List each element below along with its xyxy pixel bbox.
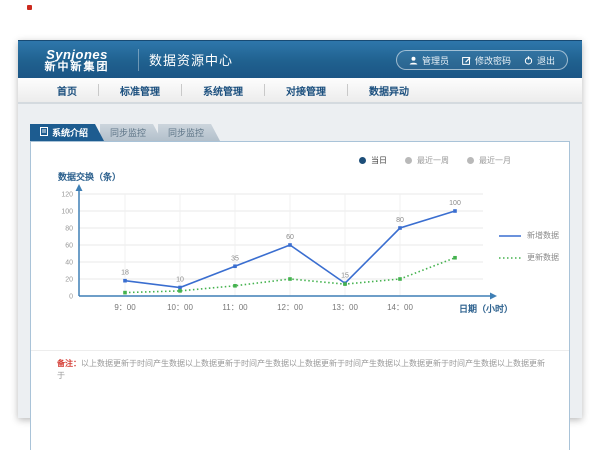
svg-text:10：00: 10：00 bbox=[167, 303, 193, 312]
svg-text:15: 15 bbox=[341, 272, 349, 279]
logout-button[interactable]: 退出 bbox=[524, 54, 555, 67]
range-label: 最近一月 bbox=[479, 155, 511, 166]
svg-text:12：00: 12：00 bbox=[277, 303, 303, 312]
svg-text:10: 10 bbox=[176, 277, 184, 284]
nav-item-home[interactable]: 首页 bbox=[36, 83, 98, 98]
svg-text:13：00: 13：00 bbox=[332, 303, 358, 312]
dotted-line-icon bbox=[499, 256, 521, 260]
change-password-button[interactable]: 修改密码 bbox=[462, 54, 511, 67]
user-menu: 管理员 修改密码 退出 bbox=[396, 50, 568, 70]
logo-brand: Synjones bbox=[18, 48, 136, 62]
legend-label: 更新数据 bbox=[527, 252, 559, 263]
svg-text:100: 100 bbox=[449, 200, 461, 207]
nav-item-standard-mgmt[interactable]: 标准管理 bbox=[99, 83, 181, 98]
logout-label: 退出 bbox=[537, 54, 555, 67]
footnote: 备注：以上数据更新于时间产生数据以上数据更新于时间产生数据以上数据更新于时间产生… bbox=[57, 358, 549, 382]
svg-text:80: 80 bbox=[396, 217, 404, 224]
tab-sync-monitor-2[interactable]: 同步监控 bbox=[158, 124, 220, 141]
red-dot bbox=[27, 5, 32, 10]
y-axis-title: 数据交换（条） bbox=[58, 170, 121, 183]
solid-line-icon bbox=[499, 234, 521, 238]
range-label: 当日 bbox=[371, 155, 387, 166]
chart-panel: 当日 最近一周 最近一月 数据交换（条） 0 20 40 60 80 100 120 9：00… bbox=[30, 141, 570, 450]
logo-company: 新中新集团 bbox=[18, 62, 136, 74]
admin-user-button[interactable]: 管理员 bbox=[409, 54, 449, 67]
svg-text:60: 60 bbox=[286, 234, 294, 241]
line-chart: 0 20 40 60 80 100 120 9：00 10：00 11：00 12：00 13：00 1… bbox=[39, 184, 517, 336]
line-chart-container: 0 20 40 60 80 100 120 9：00 10：00 11：00 12：00 13：00 1… bbox=[39, 184, 517, 341]
nav-item-data-change[interactable]: 数据异动 bbox=[348, 83, 430, 98]
tab-label: 同步监控 bbox=[110, 126, 146, 139]
footnote-label: 备注： bbox=[57, 359, 81, 368]
range-selector: 当日 最近一周 最近一月 bbox=[359, 155, 511, 166]
svg-text:11：00: 11：00 bbox=[222, 303, 248, 312]
footnote-text: 以上数据更新于时间产生数据以上数据更新于时间产生数据以上数据更新于时间产生数据以… bbox=[57, 359, 545, 380]
tab-label: 系统介绍 bbox=[52, 126, 88, 139]
page-title: 数据资源中心 bbox=[149, 50, 233, 69]
svg-text:40: 40 bbox=[65, 260, 73, 267]
svg-text:18: 18 bbox=[121, 270, 129, 277]
tab-label: 同步监控 bbox=[168, 126, 204, 139]
change-password-label: 修改密码 bbox=[475, 54, 511, 67]
radio-dot-icon bbox=[359, 157, 366, 164]
svg-text:35: 35 bbox=[231, 255, 239, 262]
nav-item-interface-mgmt[interactable]: 对接管理 bbox=[265, 83, 347, 98]
svg-text:100: 100 bbox=[61, 209, 73, 216]
svg-text:80: 80 bbox=[65, 226, 73, 233]
range-label: 最近一周 bbox=[417, 155, 449, 166]
content-area: 系统介绍 同步监控 同步监控 当日 最近一周 bbox=[18, 106, 582, 418]
svg-text:120: 120 bbox=[61, 192, 73, 199]
nav-item-system-mgmt[interactable]: 系统管理 bbox=[182, 83, 264, 98]
range-option-last-week[interactable]: 最近一周 bbox=[405, 155, 449, 166]
main-nav: 首页 标准管理 系统管理 对接管理 数据异动 bbox=[18, 78, 582, 104]
radio-dot-icon bbox=[405, 157, 412, 164]
legend-item-new-data: 新增数据 bbox=[499, 230, 559, 241]
svg-text:9：00: 9：00 bbox=[114, 303, 136, 312]
svg-text:60: 60 bbox=[65, 243, 73, 250]
svg-text:20: 20 bbox=[65, 277, 73, 284]
tab-system-intro[interactable]: 系统介绍 bbox=[30, 124, 104, 141]
power-icon bbox=[524, 56, 533, 65]
radio-dot-icon bbox=[467, 157, 474, 164]
admin-label: 管理员 bbox=[422, 54, 449, 67]
note-divider bbox=[31, 350, 569, 351]
range-option-last-month[interactable]: 最近一月 bbox=[467, 155, 511, 166]
logo: Synjones 新中新集团 bbox=[18, 45, 136, 73]
range-option-today[interactable]: 当日 bbox=[359, 155, 387, 166]
svg-text:14：00: 14：00 bbox=[387, 303, 413, 312]
app-header: Synjones 新中新集团 数据资源中心 管理员 修改密码 bbox=[18, 40, 582, 78]
tab-sync-monitor-1[interactable]: 同步监控 bbox=[100, 124, 162, 141]
tab-bar: 系统介绍 同步监控 同步监控 bbox=[30, 124, 220, 141]
edit-icon bbox=[462, 56, 471, 65]
legend-item-updated-data: 更新数据 bbox=[499, 252, 559, 263]
series-legend: 新增数据 更新数据 bbox=[499, 230, 559, 263]
svg-text:日期（小时）: 日期（小时） bbox=[459, 303, 513, 314]
header-divider bbox=[138, 49, 139, 71]
legend-label: 新增数据 bbox=[527, 230, 559, 241]
user-icon bbox=[409, 56, 418, 65]
app-window: Synjones 新中新集团 数据资源中心 管理员 修改密码 bbox=[18, 40, 582, 418]
page: Synjones 新中新集团 数据资源中心 管理员 修改密码 bbox=[0, 0, 600, 450]
svg-text:0: 0 bbox=[69, 294, 73, 301]
document-icon bbox=[40, 127, 48, 138]
